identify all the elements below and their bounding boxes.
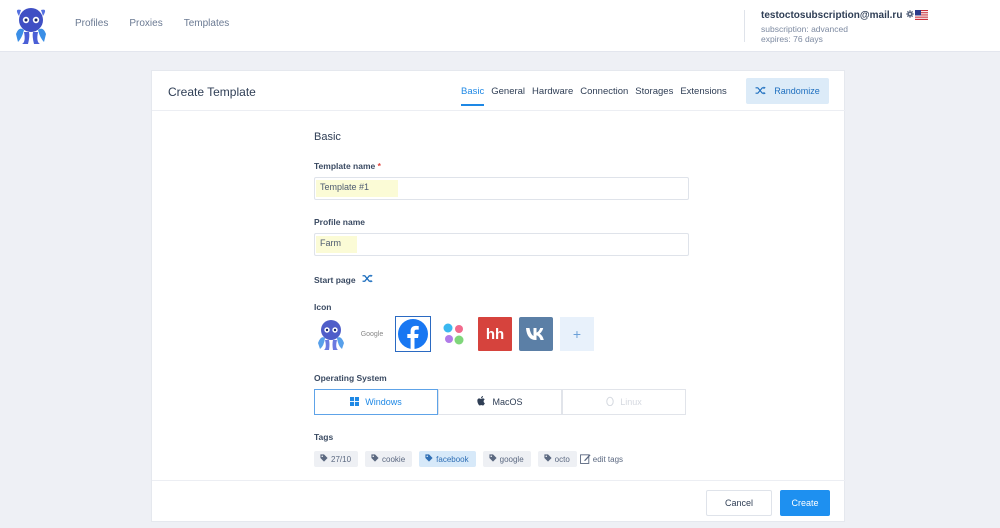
octo-logo-icon[interactable]: [10, 4, 52, 46]
required-mark: *: [377, 161, 381, 171]
nav-proxies[interactable]: Proxies: [129, 18, 162, 29]
tab-connection[interactable]: Connection: [580, 86, 628, 106]
os-linux-button[interactable]: Linux: [562, 389, 686, 415]
tag-item[interactable]: facebook: [419, 451, 476, 467]
tag-label: cookie: [382, 454, 406, 464]
edit-tags-label: edit tags: [592, 454, 624, 464]
template-name-label: Template name *: [314, 161, 381, 171]
nav-profiles[interactable]: Profiles: [75, 18, 108, 29]
tag-icon: [371, 454, 379, 464]
card-header: Create Template Basic General Hardware C…: [152, 71, 846, 111]
vk-icon[interactable]: [519, 317, 553, 351]
tag-item[interactable]: cookie: [365, 451, 413, 467]
start-page-label: Start page: [314, 274, 356, 285]
tag-label: google: [499, 454, 524, 464]
google-icon[interactable]: Google: [355, 317, 389, 351]
profile-name-value: Farm: [316, 236, 357, 253]
os-windows-label: Windows: [365, 397, 402, 407]
start-page-row: Start page: [314, 274, 373, 285]
os-macos-button[interactable]: MacOS: [438, 389, 562, 415]
tags-label: Tags: [314, 432, 334, 442]
os-linux-label: Linux: [620, 397, 642, 407]
us-flag-icon[interactable]: [915, 10, 928, 20]
tab-extensions[interactable]: Extensions: [680, 86, 726, 106]
profile-name-input[interactable]: Farm: [314, 233, 689, 256]
linux-icon: [606, 396, 614, 408]
main-nav: Profiles Proxies Templates: [75, 18, 229, 29]
randomize-label: Randomize: [774, 86, 820, 96]
os-selector: Windows MacOS Linux: [314, 389, 686, 415]
randomize-button[interactable]: Randomize: [746, 78, 829, 104]
profile-name-label: Profile name: [314, 217, 366, 227]
create-template-card: Create Template Basic General Hardware C…: [151, 70, 846, 522]
google-icon-text: Google: [360, 330, 384, 338]
tab-basic[interactable]: Basic: [461, 86, 485, 106]
tab-storages[interactable]: Storages: [635, 86, 673, 106]
account-divider: [744, 10, 745, 42]
edit-tags-button[interactable]: edit tags: [579, 453, 624, 466]
windows-icon: [350, 396, 360, 408]
apple-icon: [477, 396, 486, 408]
page-title: Create Template: [168, 85, 256, 99]
add-icon-button[interactable]: +: [560, 317, 594, 351]
basic-form: Basic Template name * Template #1 Profil…: [314, 131, 689, 467]
template-name-value: Template #1: [316, 180, 398, 197]
facebook-icon[interactable]: [395, 316, 431, 352]
tab-general[interactable]: General: [491, 86, 525, 106]
account-info: testoctosubscription@mail.ru subscriptio…: [761, 10, 915, 44]
tag-icon: [320, 454, 328, 464]
tag-icon: [425, 454, 433, 464]
tag-list: 27/10 cookie facebook google octo edit t…: [314, 451, 623, 467]
nav-templates[interactable]: Templates: [184, 18, 230, 29]
section-title: Basic: [314, 131, 341, 143]
edit-icon: [579, 453, 591, 466]
gear-icon[interactable]: [906, 10, 915, 21]
icon-picker: Google hh +: [314, 316, 594, 352]
os-label: Operating System: [314, 373, 387, 383]
icon-label: Icon: [314, 302, 332, 312]
footer-divider: [152, 480, 846, 481]
top-bar: Profiles Proxies Templates testoctosubsc…: [0, 0, 1000, 52]
template-name-label-text: Template name: [314, 161, 376, 171]
account-email-row: testoctosubscription@mail.ru: [761, 10, 915, 21]
tag-item[interactable]: 27/10: [314, 451, 359, 467]
account-email[interactable]: testoctosubscription@mail.ru: [761, 10, 902, 21]
shuffle-icon[interactable]: [362, 274, 373, 285]
tag-icon: [544, 454, 552, 464]
plus-icon: +: [572, 326, 582, 342]
template-name-input[interactable]: Template #1: [314, 177, 689, 200]
dots-icon[interactable]: [437, 317, 471, 351]
expires-text: expires: 76 days: [761, 34, 823, 44]
tag-item[interactable]: octo: [537, 451, 577, 467]
hh-icon[interactable]: hh: [478, 317, 512, 351]
os-windows-button[interactable]: Windows: [314, 389, 438, 415]
hh-icon-text: hh: [485, 325, 505, 343]
tag-icon: [489, 454, 497, 464]
tab-hardware[interactable]: Hardware: [532, 86, 573, 106]
tag-label: octo: [554, 454, 570, 464]
tag-label: facebook: [436, 454, 469, 464]
tag-item[interactable]: google: [482, 451, 531, 467]
cancel-button[interactable]: Cancel: [706, 490, 772, 516]
template-tabs: Basic General Hardware Connection Storag…: [461, 86, 727, 106]
octo-icon[interactable]: [314, 317, 348, 351]
shuffle-icon: [755, 85, 766, 97]
create-button[interactable]: Create: [780, 490, 830, 516]
subscription-text: subscription: advanced: [761, 24, 848, 34]
tag-label: 27/10: [331, 454, 352, 464]
os-macos-label: MacOS: [492, 397, 523, 407]
